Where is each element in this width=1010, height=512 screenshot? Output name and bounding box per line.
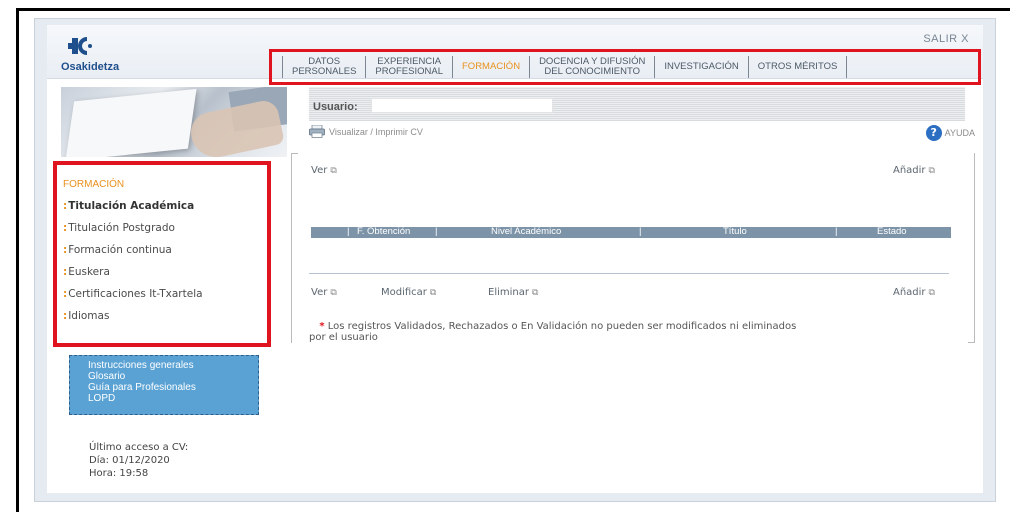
bullet-mark: : (63, 266, 68, 278)
header-photo (61, 87, 287, 157)
sidebar-menu: FORMACIÓN :Titulación Académica :Titulac… (53, 161, 271, 347)
print-cv-label: Visualizar / Imprimir CV (329, 126, 423, 137)
note-text: Los registros Validados, Rechazados o En… (327, 321, 797, 332)
modify-link[interactable]: Modificar ⧉ (381, 287, 436, 298)
main-nav: DATOS PERSONALES EXPERIENCIA PROFESIONAL F… (269, 49, 981, 85)
column-header-titulo: Título (723, 226, 747, 237)
logout-link[interactable]: SALIR X (923, 33, 969, 45)
nav-label: FORMACIÓN (462, 61, 521, 72)
header: Osakidetza SALIR X DATOS PERSONALES EXPER… (47, 25, 983, 85)
link-glosario[interactable]: Glosario (88, 371, 258, 382)
external-link-icon: ⧉ (330, 166, 337, 176)
records-note: * Los registros Validados, Rechazados o … (309, 321, 963, 343)
last-access-title: Último acceso a CV: (89, 442, 189, 453)
add-link-top[interactable]: Añadir ⧉ (893, 165, 935, 176)
nav-label: OTROS MÉRITOS (757, 61, 838, 72)
help-icon: ? (925, 125, 942, 141)
last-access-day: Día: 01/12/2020 (89, 455, 170, 466)
logo[interactable]: Osakidetza (61, 35, 141, 75)
sidebar-item-label: Titulación Postgrado (68, 222, 175, 234)
help-links-box: Instrucciones generales Glosario Guía pa… (69, 355, 259, 415)
add-label: Añadir (893, 165, 926, 176)
app-window: Osakidetza SALIR X DATOS PERSONALES EXPER… (34, 18, 996, 502)
link-guia-profesionales[interactable]: Guía para Profesionales (88, 382, 258, 393)
nav-label-line2: DEL CONOCIMIENTO (544, 66, 640, 77)
sidebar-item-certificaciones[interactable]: :Certificaciones It-Txartela (63, 288, 267, 300)
nav-item-docencia-difusion[interactable]: DOCENCIA Y DIFUSIÓN DEL CONOCIMIENTO (529, 56, 654, 78)
note-line2: por el usuario (309, 332, 378, 343)
bullet-mark: : (63, 244, 68, 256)
sidebar-item-formacion-continua[interactable]: :Formación continua (63, 244, 267, 256)
view-link-bottom[interactable]: Ver ⧉ (311, 287, 337, 298)
logo-text: Osakidetza (61, 61, 120, 73)
app-content: Osakidetza SALIR X DATOS PERSONALES EXPER… (47, 25, 983, 493)
external-link-icon: ⧉ (330, 288, 337, 298)
user-bar: Usuario: (309, 87, 965, 121)
external-link-icon: ⧉ (928, 166, 935, 176)
section-divider (309, 273, 949, 274)
nav-label-line2: PROFESIONAL (375, 66, 443, 77)
photo-paper (65, 88, 197, 157)
sidebar-item-titulacion-postgrado[interactable]: :Titulación Postgrado (63, 222, 267, 234)
sidebar-item-label: Titulación Académica (68, 200, 195, 212)
column-header-estado: Estado (877, 226, 907, 237)
bullet-mark: : (63, 200, 68, 212)
view-label: Ver (311, 287, 328, 298)
last-access-info: Último acceso a CV: Día: 01/12/2020 Hora… (89, 441, 188, 480)
sidebar-title: FORMACIÓN (63, 179, 125, 190)
nav-item-formacion[interactable]: FORMACIÓN (452, 56, 529, 78)
external-link-icon: ⧉ (429, 288, 437, 298)
sidebar-item-label: Certificaciones It-Txartela (68, 288, 203, 300)
view-label: Ver (311, 165, 328, 176)
print-cv-link[interactable]: Visualizar / Imprimir CV (309, 125, 423, 138)
modify-label: Modificar (381, 287, 427, 298)
sidebar-item-idiomas[interactable]: :Idiomas (63, 310, 267, 322)
bullet-mark: : (63, 222, 68, 234)
bullet-mark: : (63, 288, 68, 300)
nav-item-datos-personales[interactable]: DATOS PERSONALES (282, 56, 365, 78)
user-field (371, 98, 553, 113)
delete-label: Eliminar (488, 287, 529, 298)
link-instrucciones[interactable]: Instrucciones generales (88, 360, 258, 371)
table-header: | F. Obtención | Nivel Académico | Títul… (311, 226, 951, 238)
osakidetza-logo-icon (68, 37, 92, 55)
sidebar-item-titulacion-academica[interactable]: :Titulación Académica (63, 200, 267, 212)
delete-link[interactable]: Eliminar ⧉ (488, 287, 538, 298)
external-link-icon: ⧉ (531, 288, 539, 298)
sidebar-item-label: Euskera (68, 266, 110, 278)
help-label: AYUDA (944, 128, 975, 138)
note-line1: * Los registros Validados, Rechazados o … (313, 321, 963, 332)
nav-item-otros-meritos[interactable]: OTROS MÉRITOS (747, 56, 848, 78)
column-header-nivel: Nivel Académico (491, 226, 562, 237)
column-header-fecha: F. Obtención (357, 226, 411, 237)
add-label: Añadir (893, 287, 926, 298)
sidebar-item-euskera[interactable]: :Euskera (63, 266, 267, 278)
nav-item-investigacion[interactable]: INVESTIGACIÓN (654, 56, 747, 78)
note-star: * (319, 321, 325, 332)
user-label: Usuario: (313, 101, 358, 113)
printer-icon (309, 125, 325, 138)
nav-item-experiencia-profesional[interactable]: EXPERIENCIA PROFESIONAL (365, 56, 452, 78)
add-link-bottom[interactable]: Añadir ⧉ (893, 287, 935, 298)
sidebar-item-label: Formación continua (68, 244, 172, 256)
sidebar-item-label: Idiomas (68, 310, 110, 322)
link-lopd[interactable]: LOPD (88, 393, 258, 404)
external-link-icon: ⧉ (928, 288, 935, 298)
nav-label: INVESTIGACIÓN (664, 61, 739, 72)
photo-hand (187, 98, 285, 157)
nav-label-line2: PERSONALES (292, 66, 357, 77)
view-link-top[interactable]: Ver ⧉ (311, 165, 337, 176)
records-panel (291, 153, 975, 343)
last-access-time: Hora: 19:58 (89, 468, 149, 479)
bullet-mark: : (63, 310, 68, 322)
help-link[interactable]: ? AYUDA (925, 125, 975, 141)
